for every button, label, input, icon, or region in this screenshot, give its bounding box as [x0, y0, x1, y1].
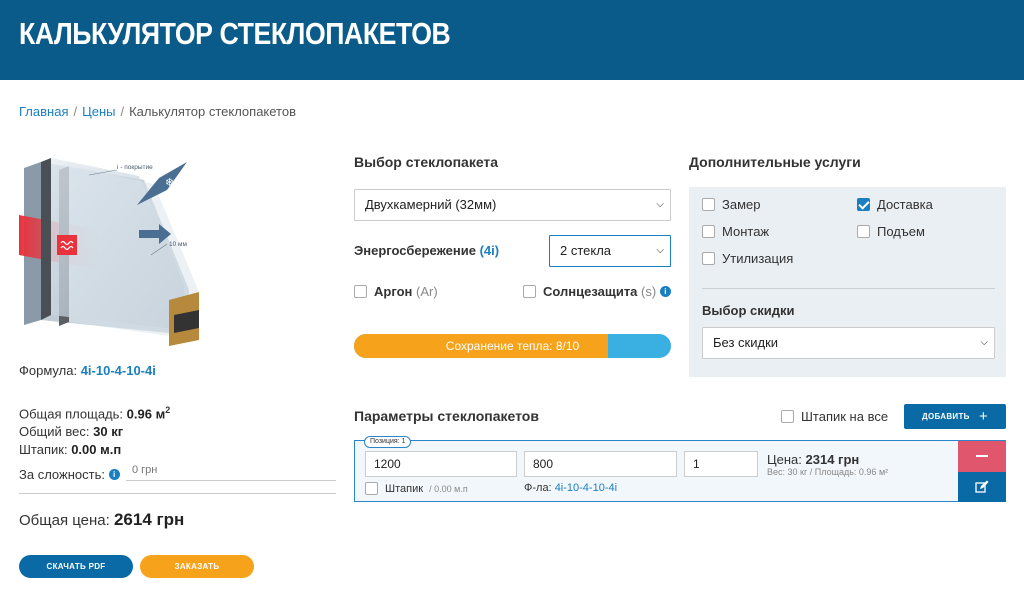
complexity-input[interactable]: [126, 459, 336, 481]
total-price-value: 2614 грн: [113, 510, 185, 529]
quantity-input[interactable]: 1: [684, 451, 758, 477]
info-icon[interactable]: i: [108, 469, 120, 480]
snowflake-icon: ❄: [165, 177, 174, 189]
energy-label: Энергосбережение (4i): [354, 243, 500, 258]
service-install[interactable]: Монтаж: [702, 224, 769, 239]
minus-icon: [976, 455, 988, 457]
edit-icon: [975, 480, 989, 493]
breadcrumb: Главная / Цены / Калькулятор стеклопакетов: [19, 104, 297, 119]
glass-unit-illustration: ❄ i - покрытие 10 мм: [19, 158, 199, 346]
complexity-line: За сложность: i: [19, 467, 120, 482]
service-disposal-checkbox[interactable]: [702, 252, 715, 265]
chevron-down-icon: ⌵: [980, 337, 988, 348]
edit-position-button[interactable]: [958, 472, 1006, 502]
service-disposal[interactable]: Утилизация: [702, 251, 793, 266]
service-measure[interactable]: Замер: [702, 197, 760, 212]
position-details: Вес: 30 кг / Площадь: 0.96 м²: [767, 467, 889, 477]
glass-count-select[interactable]: 2 стекла ⌵: [549, 235, 671, 267]
shtapik-line: Штапик: 0.00 м.п: [19, 442, 122, 457]
service-delivery[interactable]: Доставка: [857, 197, 933, 212]
params-title: Параметры стеклопакетов: [354, 408, 539, 424]
chevron-down-icon: ⌵: [656, 199, 664, 210]
page-header: КАЛЬКУЛЯТОР СТЕКЛОПАКЕТОВ: [0, 0, 1024, 80]
height-input[interactable]: 800: [524, 451, 677, 477]
position-formula: Ф-ла: 4i-10-4-10-4i: [524, 482, 618, 494]
order-button[interactable]: ЗАКАЗАТЬ: [140, 555, 254, 578]
width-input[interactable]: 1200: [365, 451, 517, 477]
gap-label: 10 мм: [169, 241, 188, 248]
position-shtapik-checkbox[interactable]: [365, 482, 378, 495]
total-price: Общая цена: 2614 грн: [19, 510, 185, 529]
add-button[interactable]: ДОБАВИТЬ +: [904, 404, 1006, 429]
service-lift[interactable]: Подъем: [857, 224, 925, 239]
heat-waves-icon: [57, 235, 77, 255]
area-value: 0.96 м: [126, 406, 166, 422]
divider: [702, 288, 995, 289]
argon-option[interactable]: Аргон (Ar): [354, 284, 438, 299]
discount-title: Выбор скидки: [702, 303, 795, 318]
formula-line: Формула: 4i-10-4-10-4i: [19, 363, 156, 378]
selection-title: Выбор стеклопакета: [354, 154, 499, 170]
area-line: Общая площадь: 0.96 м2: [19, 405, 171, 422]
remove-position-button[interactable]: [958, 441, 1006, 472]
service-install-checkbox[interactable]: [702, 225, 715, 238]
position-price-value: 2314 грн: [805, 452, 860, 467]
shtapik-all-checkbox[interactable]: [781, 410, 794, 423]
divider: [19, 493, 336, 494]
plus-icon: +: [978, 408, 988, 425]
chevron-down-icon: ⌵: [656, 245, 664, 256]
package-select[interactable]: Двухкамерний (32мм) ⌵: [354, 189, 671, 221]
sun-protection-checkbox[interactable]: [523, 285, 536, 298]
sun-protection-option[interactable]: Солнцезащита (s) i: [523, 284, 671, 299]
coating-label: i - покрытие: [117, 164, 153, 171]
service-measure-checkbox[interactable]: [702, 198, 715, 211]
argon-checkbox[interactable]: [354, 285, 367, 298]
breadcrumb-prices[interactable]: Цены: [82, 104, 115, 119]
services-title: Дополнительные услуги: [689, 154, 861, 170]
position-shtapik-option[interactable]: Штапик / 0.00 м.п: [365, 482, 468, 495]
position-tag: Позиция: 1: [364, 436, 412, 448]
weight-line: Общий вес: 30 кг: [19, 424, 124, 439]
download-pdf-button[interactable]: СКАЧАТЬ PDF: [19, 555, 133, 578]
weight-value: 30 кг: [93, 424, 124, 439]
formula-value: 4i-10-4-10-4i: [80, 363, 156, 378]
service-lift-checkbox[interactable]: [857, 225, 870, 238]
info-icon[interactable]: i: [659, 286, 671, 297]
service-delivery-checkbox[interactable]: [857, 198, 870, 211]
position-price: Цена: 2314 грн: [767, 452, 860, 467]
position-formula-value: 4i-10-4-10-4i: [554, 482, 618, 494]
heat-retention-bar: Сохранение тепла: 8/10: [354, 334, 671, 358]
shtapik-value: 0.00 м.п: [71, 442, 122, 457]
page-title: КАЛЬКУЛЯТОР СТЕКЛОПАКЕТОВ: [19, 16, 451, 51]
discount-select[interactable]: Без скидки ⌵: [702, 327, 995, 359]
shtapik-all-option[interactable]: Штапик на все: [781, 409, 888, 424]
breadcrumb-current: Калькулятор стеклопакетов: [129, 104, 297, 119]
breadcrumb-home[interactable]: Главная: [19, 104, 68, 119]
heat-retention-label: Сохранение тепла: 8/10: [445, 339, 580, 353]
